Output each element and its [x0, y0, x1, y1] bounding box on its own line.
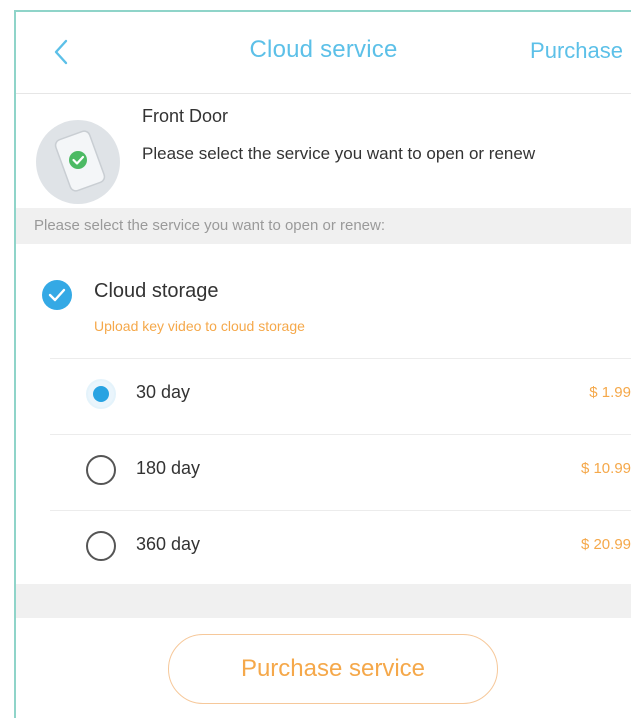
device-card: Front Door Please select the service you…: [16, 94, 631, 208]
section-label: Please select the service you want to op…: [16, 208, 631, 244]
purchase-link[interactable]: Purchase: [530, 38, 623, 64]
plan-label: 360 day: [136, 534, 201, 554]
service-checkbox[interactable]: [42, 280, 72, 310]
service-cloud-storage[interactable]: Cloud storage Upload key video to cloud …: [16, 244, 631, 358]
plan-price: $ 10.99: [580, 460, 631, 477]
spacer-band: [16, 584, 631, 618]
footer: Purchase service: [16, 618, 631, 718]
device-avatar: [36, 120, 120, 204]
plan-radio[interactable]: [86, 379, 116, 409]
plan-label: 180 day: [136, 458, 201, 478]
plan-price: $ 20.99: [580, 536, 631, 553]
phone-check-icon: [54, 130, 106, 192]
service-description: Upload key video to cloud storage: [94, 318, 305, 334]
app-screen: Cloud service Purchase Front Door Please…: [14, 10, 631, 718]
device-description: Please select the service you want to op…: [142, 144, 536, 163]
nav-header: Cloud service Purchase: [16, 12, 631, 94]
check-icon: [48, 288, 66, 302]
plan-360-day[interactable]: 360 day $ 20.99: [16, 510, 631, 586]
plan-radio[interactable]: [86, 531, 116, 561]
plan-180-day[interactable]: 180 day $ 10.99: [16, 434, 631, 510]
device-name: Front Door: [142, 106, 229, 126]
service-name: Cloud storage: [94, 280, 219, 302]
plan-label: 30 day: [136, 382, 191, 402]
plan-30-day[interactable]: 30 day $ 1.99: [16, 358, 631, 434]
plan-radio[interactable]: [86, 455, 116, 485]
purchase-service-button[interactable]: Purchase service: [168, 634, 498, 704]
plan-price: $ 1.99: [589, 384, 631, 401]
